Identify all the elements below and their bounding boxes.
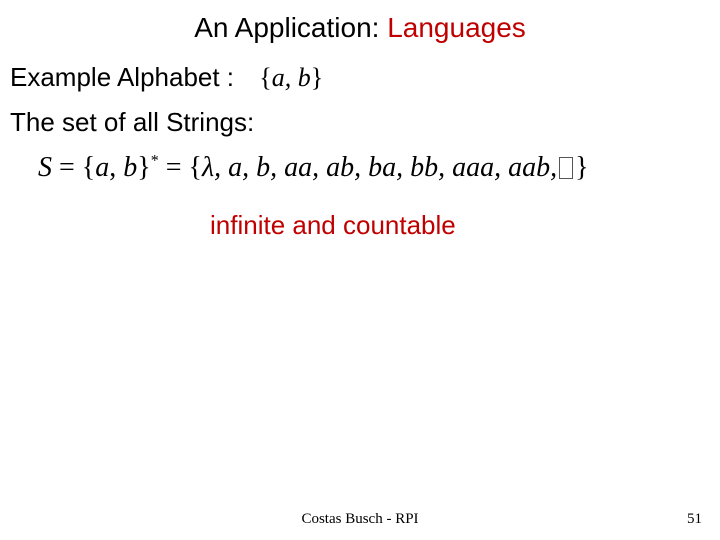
alphabet-items: a xyxy=(272,63,285,92)
infinite-countable-note: infinite and countable xyxy=(210,210,710,241)
title-prefix: An Application: xyxy=(194,12,387,43)
eq-rhs-open: { xyxy=(189,152,202,183)
eq-lhs-var: S xyxy=(38,152,52,183)
eq-rhs-close: } xyxy=(575,152,588,183)
eq-rhs-items: λ, a, b, aa, ab, ba, bb, aaa, aab, xyxy=(202,152,557,183)
slide: An Application: Languages Example Alphab… xyxy=(0,0,720,540)
strings-equation: S = {a, b}* = {λ, a, b, aa, ab, ba, bb, … xyxy=(10,152,710,184)
alphabet-set: {a, b} xyxy=(241,63,323,92)
example-alphabet-label: Example Alphabet : xyxy=(10,62,234,92)
example-alphabet-line: Example Alphabet : {a, b} xyxy=(10,62,710,93)
footer-author: Costas Busch - RPI xyxy=(0,511,720,528)
ellipsis-icon xyxy=(559,157,573,179)
strings-label: The set of all Strings: xyxy=(10,107,710,138)
kleene-star: * xyxy=(151,153,159,170)
slide-title: An Application: Languages xyxy=(10,12,710,44)
footer-page-number: 51 xyxy=(687,511,702,528)
title-accent: Languages xyxy=(387,12,526,43)
